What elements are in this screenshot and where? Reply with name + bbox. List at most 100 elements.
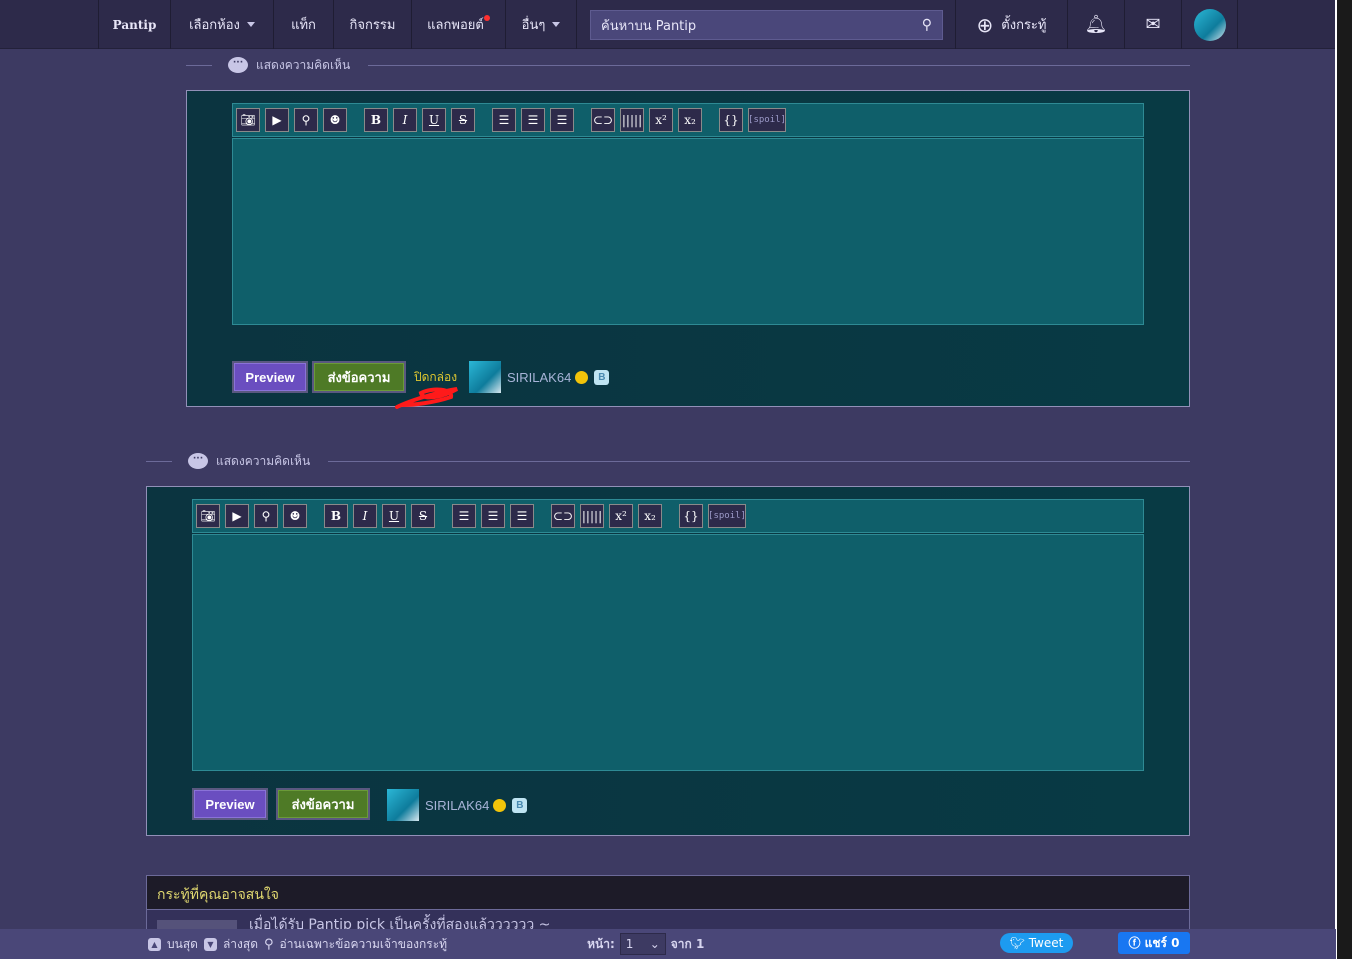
toolbar-button-6[interactable]: U (422, 108, 446, 132)
send-button[interactable]: ส่งข้อความ (312, 361, 406, 393)
toolbar-align-center-icon[interactable]: ☰ (481, 504, 505, 528)
toolbar-button-14[interactable]: x₂ (638, 504, 662, 528)
toolbar-button-6[interactable]: U (382, 504, 406, 528)
user-signature: SIRILAK64 B (387, 789, 528, 821)
toolbar-barcode-icon[interactable]: ||||| (620, 108, 644, 132)
comment-bubble-icon: ··· (188, 453, 208, 469)
comment-textarea[interactable] (192, 534, 1144, 771)
pantip-logo[interactable]: Pantip (98, 0, 170, 49)
scroll-top-link[interactable]: บนสุด (167, 935, 198, 954)
caret-down-icon (552, 22, 561, 27)
editor-toolbar: 📷︎ ▶ ⚲ ☻ B I U S ☰ ☰ ☰ ⊂⊃ ||||| x² x₂{} [spoil] (232, 103, 1144, 137)
toolbar-button-14[interactable]: x₂ (678, 108, 702, 132)
page-total: จาก 1 (670, 936, 705, 951)
chevron-down-icon: ⌄ (649, 937, 660, 951)
smile-emoticon-icon (575, 370, 589, 384)
section-title: แสดงความคิดเห็น (216, 453, 311, 468)
toolbar-emoticon-icon[interactable]: ☻ (323, 108, 347, 132)
smile-emoticon-icon (493, 798, 507, 812)
send-button[interactable]: ส่งข้อความ (276, 788, 370, 820)
related-topics-title: กระทู้ที่คุณอาจสนใจ (147, 876, 1189, 910)
page-value: 1 (625, 937, 634, 951)
toolbar-link-icon[interactable]: ⊂⊃ (591, 108, 615, 132)
badge-icon: B (512, 797, 528, 813)
top-navbar: Pantip เลือกห้อง แท็ก กิจกรรม แลกพอยต์ อ… (0, 0, 1336, 49)
nav-label: เลือกห้อง (189, 18, 240, 33)
mail-icon[interactable]: ✉ (1124, 0, 1181, 49)
toolbar-button-13[interactable]: x² (649, 108, 673, 132)
toolbar-barcode-icon[interactable]: ||||| (580, 504, 604, 528)
toolbar-button-5[interactable]: I (393, 108, 417, 132)
nav-activities[interactable]: กิจกรรม (333, 0, 411, 49)
page-select[interactable]: 1 ⌄ (619, 933, 666, 955)
user-avatar (387, 789, 419, 821)
comment-section-header: ··· แสดงความคิดเห็น (186, 55, 1190, 75)
toolbar-camera-icon[interactable]: 📷︎ (236, 108, 260, 132)
nav-label: แลกพอยต์ (427, 18, 484, 33)
nav-select-room[interactable]: เลือกห้อง (170, 0, 273, 49)
toolbar-button-16[interactable]: [spoil] (708, 504, 746, 528)
plus-bubble-icon: ⊕ (976, 12, 994, 37)
nav-label: แท็ก (291, 18, 316, 33)
scroll-bottom-link[interactable]: ล่างสุด (223, 935, 258, 954)
toolbar-button-7[interactable]: S (411, 504, 435, 528)
arrow-down-icon[interactable]: ▼ (203, 937, 217, 951)
user-signature: SIRILAK64 B (469, 361, 610, 393)
preview-button[interactable]: Preview (232, 361, 308, 393)
bell-icon[interactable]: 🔔︎ (1067, 0, 1124, 49)
preview-button[interactable]: Preview (192, 788, 268, 820)
toolbar-button-7[interactable]: S (451, 108, 475, 132)
toolbar-button-4[interactable]: B (364, 108, 388, 132)
toolbar-button-5[interactable]: I (353, 504, 377, 528)
toolbar-video-icon[interactable]: ▶ (225, 504, 249, 528)
arrow-up-icon[interactable]: ▲ (148, 937, 161, 951)
toolbar-emoticon-icon[interactable]: ☻ (283, 504, 307, 528)
username: SIRILAK64 (425, 797, 490, 813)
toolbar-align-left-icon[interactable]: ☰ (452, 504, 476, 528)
logo-text: Pantip (112, 17, 157, 32)
toolbar-button-15[interactable]: {} (719, 108, 743, 132)
toolbar-video-icon[interactable]: ▶ (265, 108, 289, 132)
comment-bubble-icon: ··· (228, 57, 248, 73)
new-topic-label: ตั้งกระทู้ (1001, 18, 1047, 33)
toolbar-align-left-icon[interactable]: ☰ (492, 108, 516, 132)
toolbar-button-16[interactable]: [spoil] (748, 108, 786, 132)
search-icon[interactable]: ⚲ (922, 17, 932, 33)
user-avatar[interactable] (1181, 0, 1238, 49)
comment-section-header: ··· แสดงความคิดเห็น (146, 451, 1190, 471)
comment-textarea[interactable] (232, 138, 1144, 325)
nav-redeem-points[interactable]: แลกพอยต์ (411, 0, 505, 49)
toolbar-align-right-icon[interactable]: ☰ (510, 504, 534, 528)
scrollbar[interactable] (1337, 0, 1352, 959)
search-input[interactable]: ค้นหาบน Pantip ⚲ (590, 10, 943, 40)
user-avatar (469, 361, 501, 393)
tweet-label: Tweet (1028, 936, 1064, 950)
page-label: หน้า: (587, 936, 615, 951)
badge-icon: B (594, 369, 610, 385)
toolbar-location-icon[interactable]: ⚲ (294, 108, 318, 132)
nav-label: อื่นๆ (521, 18, 546, 33)
facebook-icon: ⓕ (1128, 936, 1145, 950)
nav-label: กิจกรรม (349, 18, 396, 33)
toolbar-align-right-icon[interactable]: ☰ (550, 108, 574, 132)
bottom-toolbar: ▲ บนสุด ▼ ล่างสุด ⚲ อ่านเฉพาะข้อความเจ้า… (0, 929, 1336, 959)
toolbar-link-icon[interactable]: ⊂⊃ (551, 504, 575, 528)
toolbar-camera-icon[interactable]: 📷︎ (196, 504, 220, 528)
nav-tags[interactable]: แท็ก (273, 0, 333, 49)
comment-editor-1: 📷︎ ▶ ⚲ ☻ B I U S ☰ ☰ ☰ ⊂⊃ ||||| x² x₂{} [spoil] Preview… (186, 90, 1190, 409)
comment-editor-2: 📷︎ ▶ ⚲ ☻ B I U S ☰ ☰ ☰ ⊂⊃ ||||| x² x₂{} [spoil] Preview… (146, 486, 1190, 836)
share-label: แชร์ 0 (1144, 936, 1180, 950)
toolbar-align-center-icon[interactable]: ☰ (521, 108, 545, 132)
facebook-share-button[interactable]: ⓕ แชร์ 0 (1118, 932, 1190, 954)
tweet-button[interactable]: 🐦︎ Tweet (1000, 933, 1073, 953)
red-scribble-annotation (395, 387, 458, 409)
new-topic-button[interactable]: ⊕ ตั้งกระทู้ (955, 0, 1067, 49)
editor-toolbar: 📷︎ ▶ ⚲ ☻ B I U S ☰ ☰ ☰ ⊂⊃ ||||| x² x₂{} [spoil] (192, 499, 1144, 533)
section-title: แสดงความคิดเห็น (256, 57, 351, 72)
toolbar-location-icon[interactable]: ⚲ (254, 504, 278, 528)
toolbar-button-4[interactable]: B (324, 504, 348, 528)
owner-only-link[interactable]: อ่านเฉพาะข้อความเจ้าของกระทู้ (280, 935, 448, 954)
toolbar-button-15[interactable]: {} (679, 504, 703, 528)
toolbar-button-13[interactable]: x² (609, 504, 633, 528)
nav-more[interactable]: อื่นๆ (505, 0, 577, 49)
